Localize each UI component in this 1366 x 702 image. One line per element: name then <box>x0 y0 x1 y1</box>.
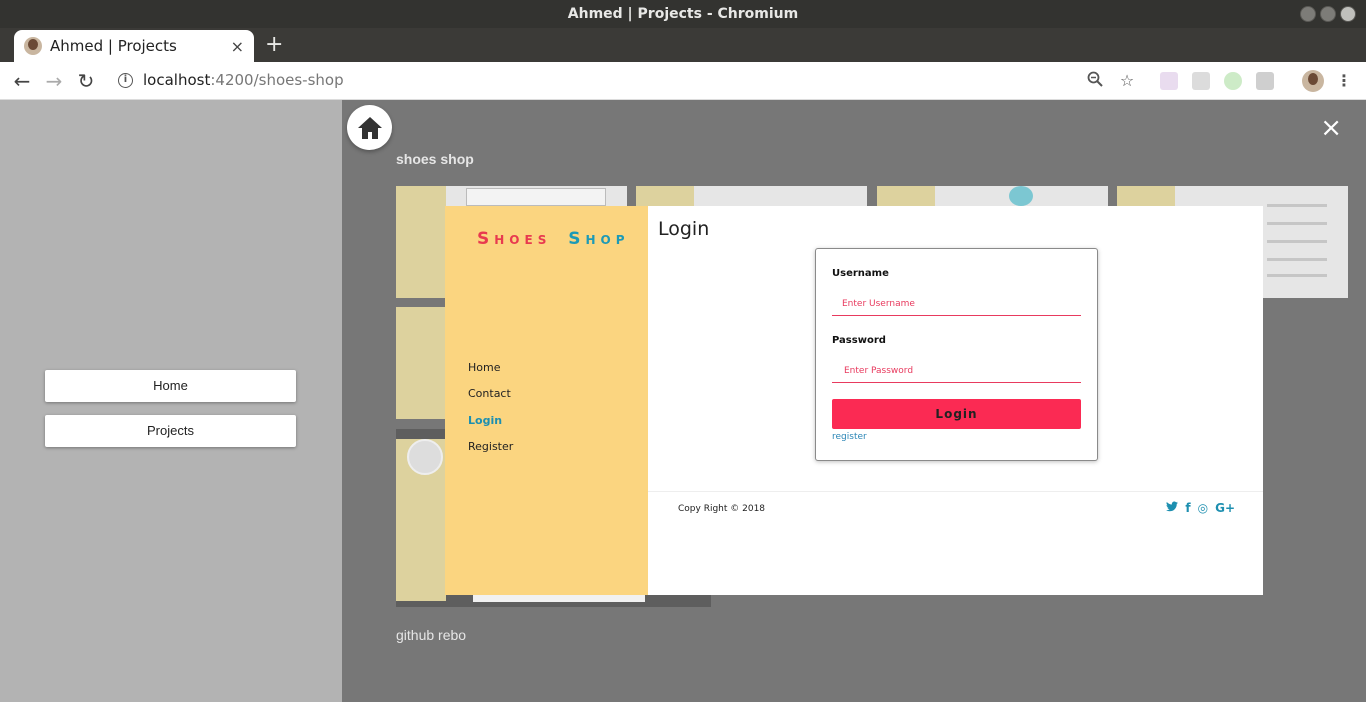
copyright-text: Copy Right © 2018 <box>678 504 766 514</box>
minimize-button[interactable] <box>1300 6 1316 22</box>
nav-login[interactable]: Login <box>468 414 502 427</box>
github-link[interactable]: github rebo <box>396 627 466 643</box>
username-label: Username <box>832 268 889 279</box>
address-bar[interactable]: i localhost :4200/shoes-shop <box>118 71 344 89</box>
info-icon[interactable]: i <box>118 72 133 88</box>
password-label: Password <box>832 335 886 346</box>
bookmark-star-icon[interactable]: ☆ <box>1117 71 1137 91</box>
facebook-icon[interactable]: f <box>1185 501 1190 515</box>
browser-tab[interactable]: Ahmed | Projects × <box>14 30 254 62</box>
sidebar-item-projects[interactable]: Projects <box>45 415 296 447</box>
close-window-button[interactable] <box>1340 6 1356 22</box>
camera-extension-icon[interactable] <box>1256 72 1274 90</box>
extension-icon[interactable] <box>1192 72 1210 90</box>
app-sidebar: SHOES SHOP Home Contact Login Register <box>445 206 648 595</box>
home-button[interactable] <box>347 105 392 150</box>
sidebar: Home Projects <box>0 100 342 702</box>
favicon-icon <box>24 37 42 55</box>
screenshot-thumbnail[interactable] <box>877 186 1108 206</box>
url-host: localhost <box>143 71 211 89</box>
username-input[interactable] <box>832 292 1081 316</box>
register-link[interactable]: register <box>832 432 867 442</box>
screenshot-thumbnail[interactable] <box>396 307 446 419</box>
home-icon <box>357 116 382 139</box>
window-title: Ahmed | Projects - Chromium <box>567 6 799 22</box>
project-title: shoes shop <box>396 151 474 167</box>
screenshot-thumbnail[interactable] <box>636 186 867 206</box>
maximize-button[interactable] <box>1320 6 1336 22</box>
nav-contact[interactable]: Contact <box>468 387 511 400</box>
tab-close-icon[interactable]: × <box>231 37 244 56</box>
extension-icon[interactable] <box>1160 72 1178 90</box>
sidebar-item-home[interactable]: Home <box>45 370 296 402</box>
tab-title: Ahmed | Projects <box>50 37 177 55</box>
login-card: Username Password Login register <box>815 248 1098 461</box>
login-button[interactable]: Login <box>832 399 1081 429</box>
menu-kebab-icon[interactable]: ⋮ <box>1334 71 1354 91</box>
project-preview-modal: SHOES SHOP Home Contact Login Register L… <box>445 206 1263 595</box>
project-detail-panel: × shoes shop SHOES SHOP Home Contact Log… <box>342 100 1366 702</box>
github-icon[interactable]: ◎ <box>1198 501 1208 515</box>
new-tab-button[interactable]: + <box>265 32 283 57</box>
page-title: Login <box>658 218 710 240</box>
forward-button[interactable]: → <box>42 69 66 93</box>
close-icon[interactable]: × <box>1320 115 1342 141</box>
password-input[interactable] <box>832 359 1081 383</box>
nav-register[interactable]: Register <box>468 440 513 453</box>
zoom-icon[interactable] <box>1085 71 1105 91</box>
profile-avatar[interactable] <box>1302 70 1324 92</box>
window-title-bar: Ahmed | Projects - Chromium <box>0 0 1366 28</box>
brand-logo: SHOES SHOP <box>477 229 630 249</box>
social-links: f ◎ G+ <box>1166 501 1235 515</box>
nav-home[interactable]: Home <box>468 361 500 374</box>
url-path: :4200/shoes-shop <box>210 71 344 89</box>
nodejs-extension-icon[interactable] <box>1224 72 1242 90</box>
reload-button[interactable]: ↻ <box>74 69 98 93</box>
footer-divider <box>648 491 1263 492</box>
browser-toolbar: ← → ↻ i localhost :4200/shoes-shop ☆ ⋮ <box>0 62 1366 100</box>
google-plus-icon[interactable]: G+ <box>1215 501 1235 515</box>
twitter-icon[interactable] <box>1166 501 1179 515</box>
back-button[interactable]: ← <box>10 69 34 93</box>
tab-strip: Ahmed | Projects × + <box>0 28 1366 62</box>
